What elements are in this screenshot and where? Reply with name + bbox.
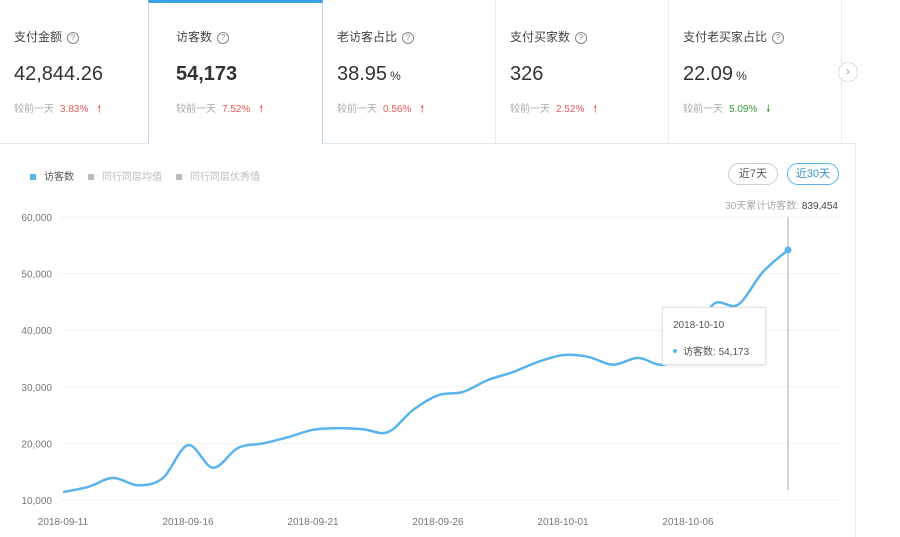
y-tick-label: 60,000	[21, 213, 52, 224]
x-tick-label: 2018-09-11	[38, 517, 89, 528]
x-tick-label: 2018-09-21	[287, 517, 339, 528]
x-tick-label: 2018-09-26	[412, 517, 464, 528]
y-tick-label: 40,000	[21, 326, 52, 337]
series-dot-icon	[673, 349, 677, 353]
x-tick-label: 2018-10-06	[662, 517, 714, 528]
visitors-line-chart[interactable]: 10,000 20,000 30,000 40,000 50,000 60,000 2018…	[0, 0, 900, 537]
tooltip-label: 访客数:	[683, 347, 716, 358]
y-tick-label: 20,000	[21, 439, 52, 450]
series-line-visitors	[62, 249, 789, 494]
y-tick-label: 50,000	[21, 270, 52, 281]
chart-tooltip: 2018-10-10 访客数: 54,173	[662, 307, 766, 365]
x-tick-label: 2018-10-01	[537, 517, 589, 528]
tooltip-value: 54,173	[718, 347, 750, 358]
y-tick-label: 10,000	[21, 496, 52, 507]
tooltip-date: 2018-10-10	[673, 320, 725, 331]
hover-point	[784, 246, 792, 254]
x-tick-label: 2018-09-16	[162, 517, 214, 528]
y-tick-label: 30,000	[21, 383, 52, 394]
